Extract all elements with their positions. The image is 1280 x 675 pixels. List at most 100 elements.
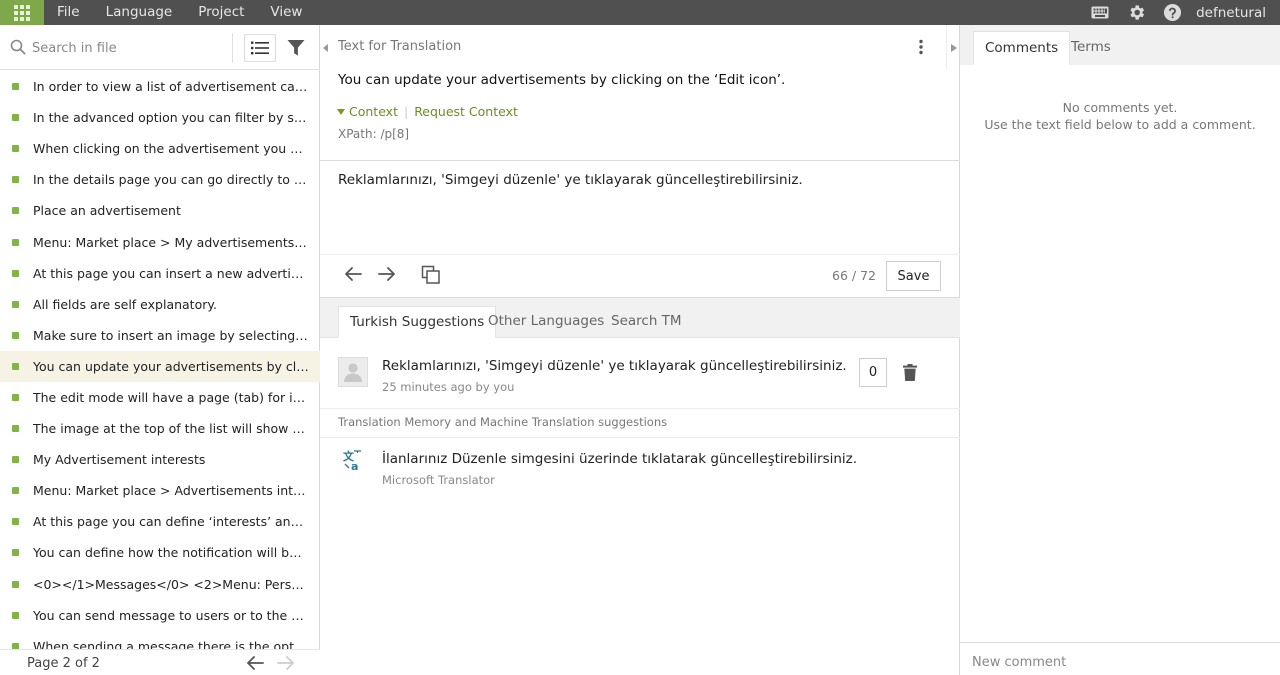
entity-item[interactable]: <0></1>Messages</0> <2>Menu: Personal > … [0, 569, 320, 600]
caret-down-icon [337, 108, 345, 115]
status-dot [12, 611, 19, 619]
previous-string-arrow-icon[interactable] [344, 266, 362, 286]
collapse-left-icon[interactable] [320, 25, 332, 70]
status-dot [12, 238, 19, 246]
trash-icon[interactable] [903, 364, 917, 385]
search-input[interactable] [32, 37, 222, 59]
vote-count[interactable]: 0 [859, 358, 887, 387]
help-icon[interactable] [1154, 0, 1190, 25]
entity-item[interactable]: In the advanced option you can filter by… [0, 102, 320, 133]
more-options-icon[interactable] [918, 39, 924, 59]
avatar [338, 357, 368, 387]
entity-item[interactable]: When sending a message there is the opti… [0, 631, 320, 649]
filter-button[interactable] [284, 34, 308, 62]
copy-source-icon[interactable] [421, 265, 441, 289]
entity-item[interactable]: My Advertisement interests [0, 444, 320, 475]
search-icon [10, 39, 26, 59]
entity-item[interactable]: Place an advertisement [0, 195, 320, 226]
status-dot [12, 393, 19, 401]
comment-box [960, 642, 1280, 675]
tab-terms[interactable]: Terms [1060, 31, 1122, 65]
top-bar: File Language Project View defnetural [0, 0, 1280, 25]
menu-language[interactable]: Language [93, 0, 186, 25]
entity-text: At this page you can insert a new advert… [33, 265, 309, 281]
entity-item-active[interactable]: You can update your advertisements by cl… [0, 350, 320, 382]
grid-icon [14, 4, 30, 21]
username[interactable]: defnetural [1190, 5, 1280, 21]
request-context-link[interactable]: Request Context [414, 104, 518, 119]
entity-item[interactable]: At this page you can insert a new advert… [0, 258, 320, 289]
entity-panel: In order to view a list of advertisement… [0, 25, 320, 675]
editor-panel: Text for Translation You can update your… [320, 25, 960, 675]
entity-item[interactable]: Make sure to insert an image by selectin… [0, 320, 320, 351]
machine-translation-icon: 文a [342, 449, 364, 475]
entity-text: You can send message to users or to the … [33, 607, 309, 623]
status-dot [12, 362, 19, 370]
entity-item[interactable]: In order to view a list of advertisement… [0, 71, 320, 102]
save-button[interactable]: Save [886, 261, 941, 291]
page-label: Page 2 of 2 [27, 656, 100, 671]
next-page-arrow-icon[interactable] [277, 655, 295, 675]
context-row: Context | Request Context [336, 104, 518, 119]
prev-page-arrow-icon[interactable] [246, 655, 264, 675]
main-menu: File Language Project View [44, 0, 315, 25]
collapse-right-icon[interactable] [946, 25, 960, 70]
gear-icon[interactable] [1118, 0, 1154, 25]
entity-item[interactable]: You can define how the notification will… [0, 537, 320, 568]
entity-item[interactable]: The image at the top of the list will sh… [0, 413, 320, 444]
context-toggle[interactable]: Context [336, 104, 398, 119]
tab-comments[interactable]: Comments [973, 31, 1071, 65]
divider [320, 254, 960, 255]
context-label: Context [349, 104, 398, 119]
list-view-button[interactable] [244, 34, 276, 62]
tm-heading: Translation Memory and Machine Translati… [338, 415, 668, 429]
entity-text: You can update your advertisements by cl… [33, 358, 309, 374]
tab-search-tm[interactable]: Search TM [600, 306, 693, 338]
translation-editor[interactable]: Reklamlarınızı, 'Simgeyi düzenle' ye tık… [338, 172, 803, 188]
entity-text: When sending a message there is the opti… [33, 638, 309, 649]
status-dot [12, 331, 19, 339]
translation-suggestion[interactable]: Reklamlarınızı, 'Simgeyi düzenle' ye tık… [320, 339, 960, 409]
entity-text: The image at the top of the list will sh… [33, 421, 309, 437]
source-heading: Text for Translation [338, 39, 462, 54]
status-dot [12, 456, 19, 464]
status-dot [12, 207, 19, 215]
top-icons: defnetural [1082, 0, 1280, 25]
entity-item[interactable]: When clicking on the advertisement you w… [0, 133, 320, 164]
status-dot [12, 83, 19, 91]
entity-text: Make sure to insert an image by selectin… [33, 327, 309, 343]
entity-item[interactable]: The edit mode will have a page (tab) for… [0, 382, 320, 413]
entity-text: All fields are self explanatory. [33, 296, 217, 312]
entity-text: Place an advertisement [33, 203, 181, 219]
new-comment-input[interactable] [972, 651, 1262, 673]
next-string-arrow-icon[interactable] [378, 266, 396, 286]
machine-translation-text[interactable]: İlanlarınız Düzenle simgesini üzerinde t… [382, 451, 857, 467]
menu-project[interactable]: Project [185, 0, 257, 25]
entity-item[interactable]: All fields are self explanatory. [0, 289, 320, 320]
no-comments-line-2: Use the text field below to add a commen… [984, 117, 1256, 132]
suggestion-meta: 25 minutes ago by you [382, 380, 515, 394]
suggestion-text: Reklamlarınızı, 'Simgeyi düzenle' ye tık… [382, 358, 847, 374]
tab-turkish-suggestions[interactable]: Turkish Suggestions [338, 306, 497, 338]
status-dot [12, 269, 19, 277]
machine-translation-source: Microsoft Translator [382, 473, 495, 487]
menu-file[interactable]: File [44, 0, 93, 25]
apps-button[interactable] [0, 0, 44, 25]
entity-text: In order to view a list of advertisement… [33, 79, 309, 95]
status-dot [12, 549, 19, 557]
menu-view[interactable]: View [257, 0, 315, 25]
divider [232, 33, 233, 63]
entity-item[interactable]: Menu: Market place > My advertisements >… [0, 226, 320, 257]
entity-item[interactable]: You can send message to users or to the … [0, 600, 320, 631]
entity-text: At this page you can define ‘interests’ … [33, 514, 309, 530]
tab-other-languages[interactable]: Other Languages [477, 306, 615, 338]
status-dot [12, 487, 19, 495]
status-dot [12, 176, 19, 184]
entity-item[interactable]: At this page you can define ‘interests’ … [0, 506, 320, 537]
entity-item[interactable]: In the details page you can go directly … [0, 164, 320, 195]
search-row [0, 25, 320, 70]
status-dot [12, 145, 19, 153]
status-dot [12, 518, 19, 526]
entity-item[interactable]: Menu: Market place > Advertisements inte… [0, 475, 320, 506]
keyboard-icon[interactable] [1082, 0, 1118, 25]
